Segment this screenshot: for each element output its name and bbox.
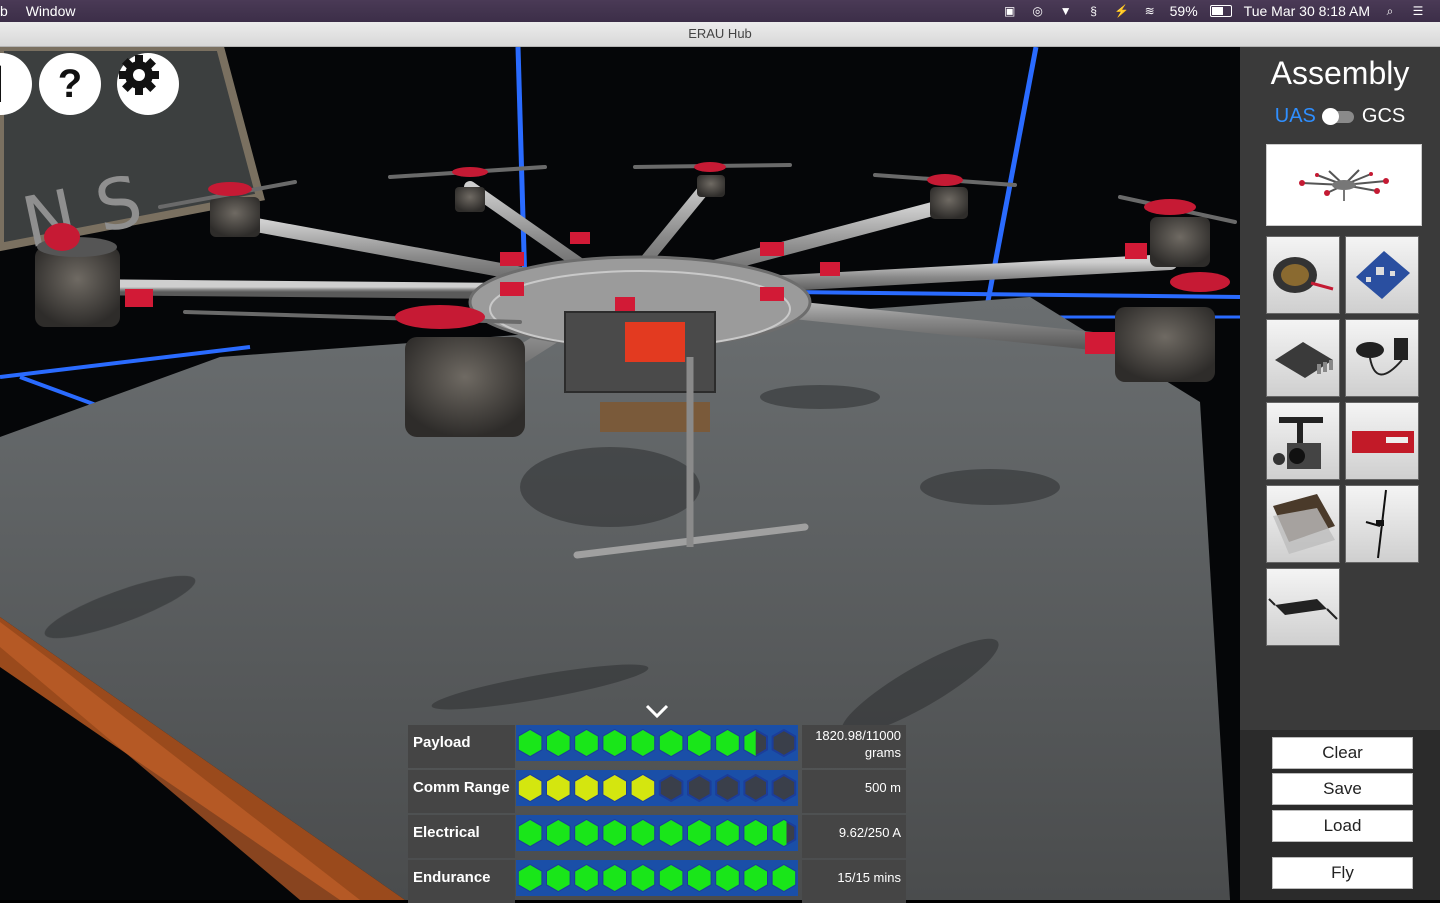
clock[interactable]: Tue Mar 30 8:18 AM — [1244, 0, 1370, 22]
menu-bar: b Window ▣ ◎ ▼ § ⚡ ≋ 59% Tue Mar 30 8:18… — [0, 0, 1440, 22]
settings-button[interactable] — [117, 53, 179, 115]
drone-thumbnail — [1299, 169, 1389, 201]
wifi-icon[interactable]: ≋ — [1142, 4, 1158, 18]
part-battery-tile[interactable] — [1345, 402, 1419, 480]
notification-center-icon[interactable]: ☰ — [1410, 4, 1426, 18]
antenna-icon — [1365, 489, 1387, 559]
fly-button[interactable]: Fly — [1272, 857, 1413, 889]
gcs-label[interactable]: GCS — [1362, 105, 1405, 128]
payload-hex-meter — [516, 725, 798, 761]
comm-range-hex-meter — [516, 770, 798, 806]
camera-gimbal-icon — [1273, 417, 1323, 469]
stat-label: Endurance — [408, 860, 515, 903]
circuit-board-icon — [1356, 251, 1410, 299]
save-button[interactable]: Save — [1272, 773, 1413, 805]
stat-value-text: 1820.98/11000 grams — [815, 728, 901, 760]
stat-row-payload: Payload 1820.98/11000 grams — [408, 725, 906, 768]
app-status-icon[interactable]: ▣ — [1002, 4, 1018, 18]
battery-pack-icon — [1352, 431, 1414, 453]
stat-label: Comm Range — [408, 770, 515, 813]
collapse-stats-chevron-icon[interactable] — [645, 702, 669, 720]
stat-row-endurance: Endurance 15/15 mins — [408, 860, 906, 903]
battery-percent: 59% — [1169, 3, 1198, 19]
electrical-hex-meter — [516, 815, 798, 851]
part-camera-gimbal-tile[interactable] — [1266, 402, 1340, 480]
uas-gcs-toggle-row: UAS GCS — [1240, 105, 1440, 128]
help-button[interactable]: ? — [39, 53, 101, 115]
assembly-panel: Assembly UAS GCS Clear Save Load Fly — [1240, 47, 1440, 900]
stat-row-comm-range: Comm Range 500 m — [408, 770, 906, 813]
stat-row-electrical: Electrical 9.62/250 A — [408, 815, 906, 858]
toggle-knob[interactable] — [1321, 107, 1339, 125]
hex-cell-empty — [715, 773, 740, 803]
hex-cell-empty — [687, 773, 712, 803]
bolt-icon[interactable]: ⚡ — [1114, 4, 1130, 18]
stat-value-text: 9.62/250 A — [838, 825, 901, 840]
part-antenna-tile[interactable] — [1345, 485, 1419, 563]
uas-label[interactable]: UAS — [1275, 105, 1316, 128]
creative-cloud-icon[interactable]: ◎ — [1030, 4, 1046, 18]
help-icon: ? — [57, 61, 83, 106]
window-title: ERAU Hub — [688, 26, 752, 41]
action-buttons-area: Clear Save Load Fly — [1240, 730, 1440, 900]
part-gps-tile[interactable] — [1345, 319, 1419, 397]
clear-button[interactable]: Clear — [1272, 737, 1413, 769]
hex-cell-empty — [771, 728, 797, 758]
battery-icon[interactable] — [1209, 5, 1232, 17]
receiver-module-icon — [1275, 342, 1333, 378]
part-flight-controller-tile[interactable] — [1345, 236, 1419, 314]
gear-icon — [119, 55, 159, 95]
load-button[interactable]: Load — [1272, 810, 1413, 842]
window-title-bar: ERAU Hub — [0, 22, 1440, 47]
assembly-title: Assembly — [1270, 55, 1410, 91]
stat-label: Payload — [408, 725, 515, 768]
menu-item-window[interactable]: Window — [26, 3, 76, 19]
hex-cell-empty — [743, 773, 768, 803]
stat-value: 500 m — [802, 770, 906, 813]
part-solar-panel-tile[interactable] — [1266, 485, 1340, 563]
solar-panel-icon — [1273, 494, 1335, 554]
menu-item-b[interactable]: b — [0, 3, 8, 19]
uas-gcs-toggle[interactable] — [1321, 107, 1354, 125]
stat-value-text: 500 m — [864, 780, 901, 795]
motor-icon — [1273, 257, 1334, 293]
stats-panel: Payload 1820.98/11000 grams Comm Range 5… — [408, 725, 906, 903]
stat-value-text: 15/15 mins — [837, 870, 901, 885]
part-motor-tile[interactable] — [1266, 236, 1340, 314]
sync-icon[interactable]: § — [1086, 4, 1102, 18]
hex-cell-empty — [771, 773, 797, 803]
shield-icon[interactable]: ▼ — [1058, 4, 1074, 18]
stat-value: 9.62/250 A — [802, 815, 906, 858]
stat-value: 15/15 mins — [802, 860, 906, 903]
speed-controller-icon — [1268, 598, 1338, 620]
endurance-hex-meter — [516, 860, 798, 896]
assembly-preview[interactable] — [1266, 144, 1422, 226]
search-icon[interactable]: ⌕ — [1382, 4, 1398, 18]
hex-cell-empty — [658, 773, 684, 803]
gps-antenna-icon — [1356, 338, 1408, 376]
stat-label: Electrical — [408, 815, 515, 858]
part-receiver-tile[interactable] — [1266, 319, 1340, 397]
part-esc-tile[interactable] — [1266, 568, 1340, 646]
door-icon: ▌ — [0, 67, 12, 100]
stat-value: 1820.98/11000 grams — [802, 725, 906, 768]
